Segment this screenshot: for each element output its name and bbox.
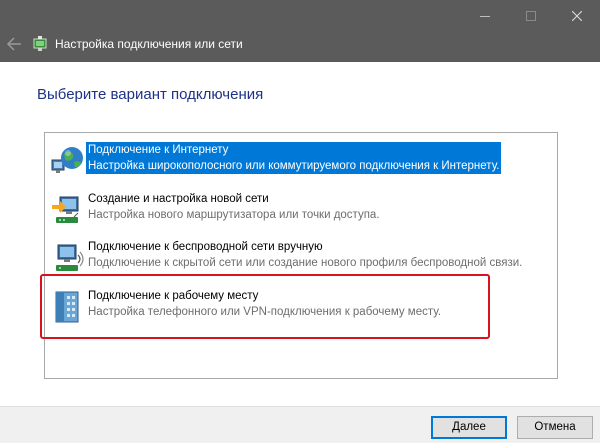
back-arrow-icon[interactable]: [6, 37, 22, 51]
close-button[interactable]: [554, 0, 600, 32]
option-new-network[interactable]: Создание и настройка новой сети Настройк…: [45, 191, 557, 235]
page-heading: Выберите вариант подключения: [37, 86, 264, 103]
wireless-network-icon: [56, 244, 84, 271]
title-bar: Настройка подключения или сети: [0, 0, 600, 62]
connection-options-list: Подключение к Интернету Настройка широко…: [44, 132, 558, 379]
minimize-button[interactable]: [462, 0, 508, 32]
option-description: Настройка широкополосного или коммутируе…: [86, 158, 502, 174]
cancel-button[interactable]: Отмена: [517, 416, 593, 439]
option-internet-connection[interactable]: Подключение к Интернету Настройка широко…: [45, 142, 557, 186]
annotation-highlight-frame: [40, 274, 490, 339]
globe-network-icon: [51, 147, 83, 173]
network-setup-icon: [33, 36, 47, 51]
option-title: Создание и настройка новой сети: [88, 193, 269, 205]
caption-controls: [462, 0, 600, 32]
option-title: Подключение к Интернету: [86, 142, 502, 158]
next-button[interactable]: Далее: [431, 416, 507, 439]
dialog-footer: Далее Отмена: [0, 406, 600, 443]
close-icon: [572, 11, 582, 21]
maximize-icon: [526, 11, 536, 21]
option-description: Настройка нового маршрутизатора или точк…: [88, 209, 380, 221]
minimize-icon: [480, 16, 490, 17]
option-description: Подключение к скрытой сети или создание …: [88, 257, 523, 269]
window-title: Настройка подключения или сети: [55, 37, 243, 51]
option-title: Подключение к беспроводной сети вручную: [88, 241, 323, 253]
maximize-button[interactable]: [508, 0, 554, 32]
router-setup-icon: [52, 196, 79, 223]
